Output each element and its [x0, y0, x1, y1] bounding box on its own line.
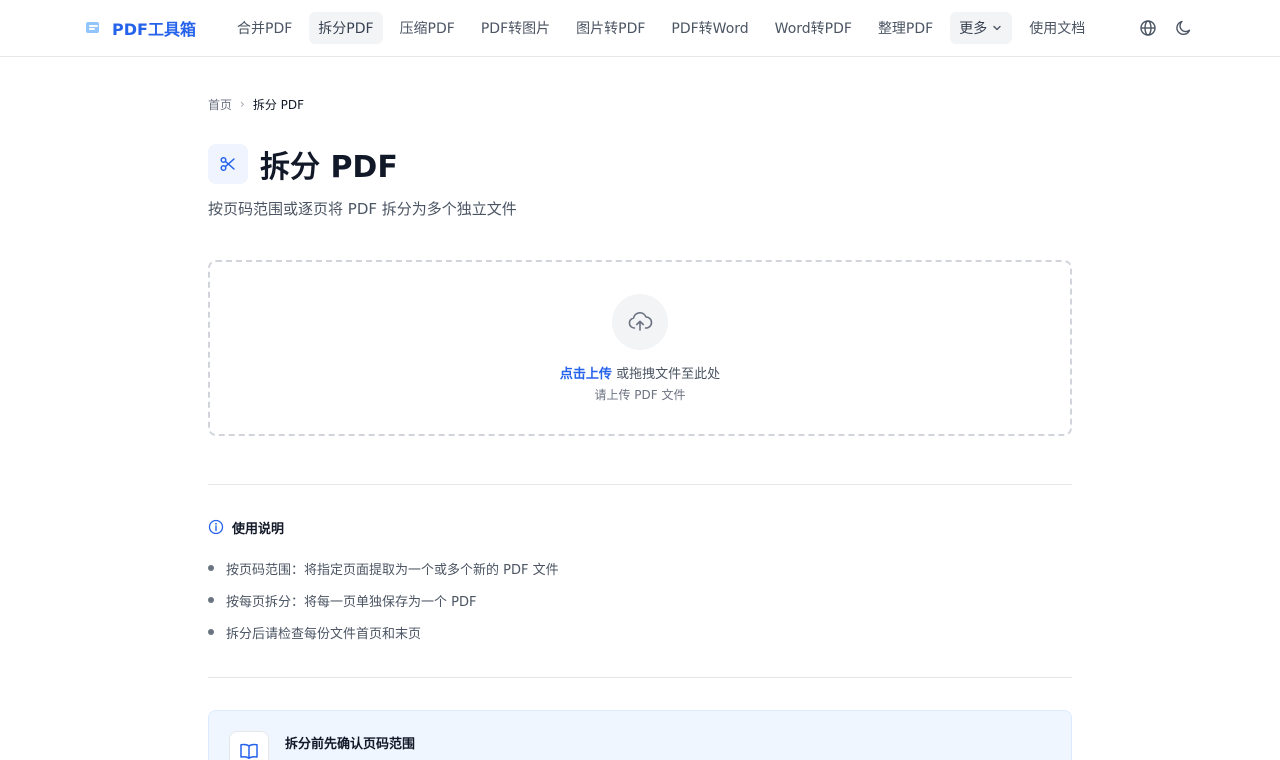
page-subtitle: 按页码范围或逐页将 PDF 拆分为多个独立文件 — [208, 200, 517, 218]
usage-item-text: 按页码范围：将指定页面提取为一个或多个新的 PDF 文件 — [226, 562, 559, 578]
tip-card: 拆分前先确认页码范围 — [208, 710, 1072, 760]
logo-text: PDF工具箱 — [112, 20, 196, 39]
list-item: 按每页拆分：将每一页单独保存为一个 PDF — [208, 584, 559, 616]
nav-merge-pdf[interactable]: 合并PDF — [228, 12, 301, 44]
usage-item-text: 拆分后请检查每份文件首页和末页 — [226, 626, 422, 642]
nav-pdf-to-image[interactable]: PDF转图片 — [472, 12, 559, 44]
chevron-down-icon — [993, 25, 1001, 31]
dropzone-drag-text: 或拖拽文件至此处 — [611, 367, 721, 382]
nav-compress-pdf[interactable]: 压缩PDF — [391, 12, 464, 44]
usage-title: 使用说明 — [232, 521, 285, 537]
logo[interactable]: PDF工具箱 — [84, 16, 196, 40]
title-icon-box — [208, 144, 248, 184]
globe-icon[interactable] — [1138, 18, 1158, 38]
breadcrumb-current: 拆分 PDF — [252, 97, 305, 112]
usage-item-text: 按每页拆分：将每一页单独保存为一个 PDF — [226, 594, 477, 610]
bullet-dot — [208, 597, 214, 603]
upload-cloud-icon — [628, 311, 653, 331]
info-icon — [208, 519, 224, 535]
nav-more-label: 更多 — [959, 21, 988, 37]
usage-list: 按页码范围：将指定页面提取为一个或多个新的 PDF 文件 按每页拆分：将每一页单… — [208, 552, 559, 648]
section-divider — [208, 677, 1072, 678]
list-item: 拆分后请检查每份文件首页和末页 — [208, 616, 559, 648]
upload-dropzone[interactable]: 点击上传 或拖拽文件至此处 请上传 PDF 文件 — [208, 260, 1072, 436]
nav-pdf-to-word[interactable]: PDF转Word — [662, 12, 757, 44]
nav-split-pdf[interactable]: 拆分PDF — [309, 12, 383, 44]
dropzone-hint: 请上传 PDF 文件 — [594, 388, 686, 402]
main-nav: 合并PDF 拆分PDF 压缩PDF PDF转图片 图片转PDF PDF转Word… — [228, 12, 1102, 44]
usage-header: 使用说明 — [208, 518, 285, 537]
nav-organize-pdf[interactable]: 整理PDF — [869, 12, 942, 44]
page-title: 拆分 PDF — [260, 150, 398, 185]
nav-more-dropdown[interactable]: 更多 — [950, 12, 1013, 44]
dropzone-text: 点击上传 或拖拽文件至此处 — [210, 363, 1070, 382]
bullet-dot — [208, 565, 214, 571]
breadcrumb-home[interactable]: 首页 — [208, 96, 232, 113]
nav-image-to-pdf[interactable]: 图片转PDF — [567, 12, 654, 44]
book-icon — [240, 743, 258, 759]
moon-icon[interactable] — [1174, 18, 1194, 38]
scissors-icon — [220, 156, 235, 172]
top-header: PDF工具箱 合并PDF 拆分PDF 压缩PDF PDF转图片 图片转PDF P… — [0, 0, 1280, 57]
page-header: 拆分 PDF — [208, 144, 398, 185]
bullet-dot — [208, 629, 214, 635]
upload-icon-circle — [612, 294, 668, 350]
breadcrumb: 首页 › 拆分 PDF — [208, 95, 304, 113]
nav-docs[interactable]: 使用文档 — [1020, 12, 1094, 44]
click-upload-link[interactable]: 点击上传 — [560, 367, 612, 382]
nav-word-to-pdf[interactable]: Word转PDF — [766, 12, 861, 44]
tip-icon-box — [229, 731, 269, 760]
list-item: 按页码范围：将指定页面提取为一个或多个新的 PDF 文件 — [208, 552, 559, 584]
tip-title: 拆分前先确认页码范围 — [285, 737, 416, 752]
section-divider — [208, 484, 1072, 485]
breadcrumb-separator: › — [240, 97, 245, 111]
logo-icon — [86, 22, 99, 33]
